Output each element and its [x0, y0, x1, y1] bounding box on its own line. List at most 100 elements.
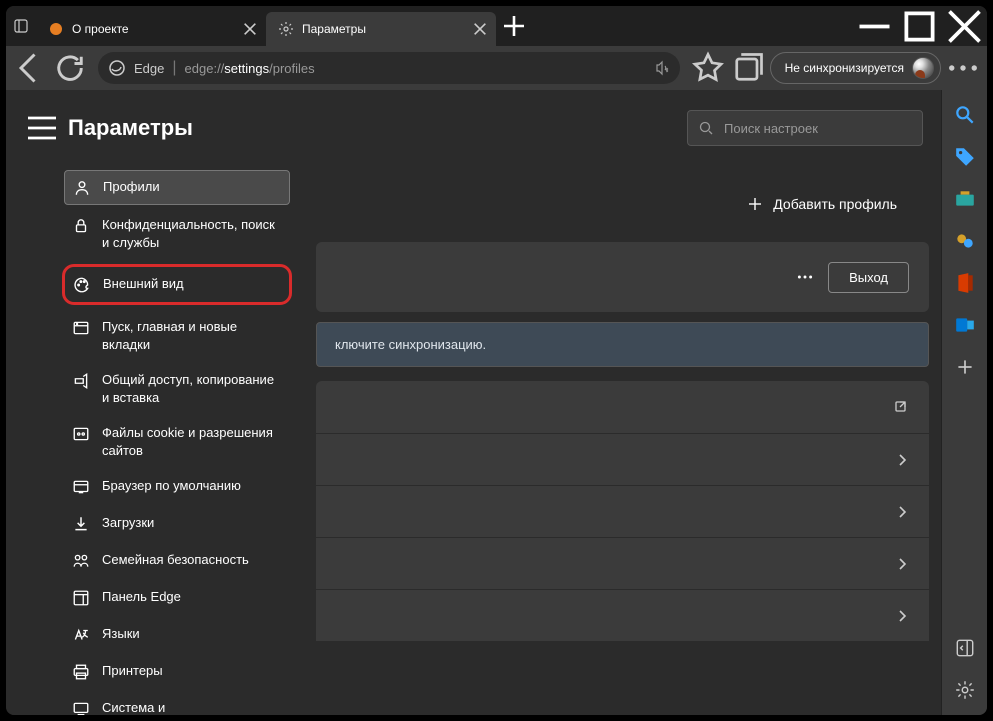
search-box[interactable] [687, 110, 923, 146]
profile-sync-pill[interactable]: Не синхронизируется [770, 52, 941, 84]
nav-item-edge-bar[interactable]: Панель Edge [62, 579, 292, 616]
minimize-button[interactable] [852, 6, 897, 46]
more-button[interactable] [945, 50, 981, 86]
nav-item-family[interactable]: Семейная безопасность [62, 542, 292, 579]
tab-about[interactable]: О проекте [36, 12, 266, 46]
menu-icon[interactable] [24, 110, 60, 146]
nav-label: Принтеры [102, 662, 282, 680]
appearance-icon [73, 276, 91, 294]
close-window-button[interactable] [942, 6, 987, 46]
edge-bar-icon [72, 589, 90, 607]
add-icon[interactable] [954, 356, 976, 378]
nav-item-download[interactable]: Загрузки [62, 505, 292, 542]
settings-row[interactable] [316, 381, 929, 433]
profile-icon [73, 179, 91, 197]
more-icon[interactable] [796, 268, 814, 286]
plus-icon [747, 196, 763, 212]
tools-icon[interactable] [954, 188, 976, 210]
download-icon [72, 515, 90, 533]
add-profile-button[interactable]: Добавить профиль [316, 166, 929, 242]
gear-icon [278, 21, 294, 37]
system-icon [72, 700, 90, 715]
settings-nav: Профили Конфиденциальность, поиск и служб… [62, 168, 292, 715]
outlook-icon[interactable] [954, 314, 976, 336]
nav-label: Внешний вид [103, 275, 281, 293]
nav-item-system[interactable]: Система и производительность [62, 690, 292, 715]
close-icon[interactable] [242, 21, 258, 37]
shopping-tag-icon[interactable] [954, 146, 976, 168]
tab-title: Параметры [302, 22, 464, 36]
nav-item-lock[interactable]: Конфиденциальность, поиск и службы [62, 207, 292, 260]
tab-title: О проекте [72, 22, 234, 36]
settings-row[interactable] [316, 433, 929, 485]
collections-button[interactable] [730, 50, 766, 86]
nav-item-share[interactable]: Общий доступ, копирование и вставка [62, 362, 292, 415]
nav-label: Конфиденциальность, поиск и службы [102, 216, 282, 251]
orange-circle-icon [48, 21, 64, 37]
nav-label: Файлы cookie и разрешения сайтов [102, 424, 282, 459]
chevron-right-icon [895, 557, 909, 571]
chevron-right-icon [895, 609, 909, 623]
new-tab-button[interactable] [500, 12, 528, 40]
share-icon [72, 372, 90, 390]
games-icon[interactable] [954, 230, 976, 252]
search-icon[interactable] [954, 104, 976, 126]
search-icon [698, 120, 714, 136]
nav-item-printer[interactable]: Принтеры [62, 653, 292, 690]
nav-label: Загрузки [102, 514, 282, 532]
back-button[interactable] [12, 50, 48, 86]
nav-label: Общий доступ, копирование и вставка [102, 371, 282, 406]
titlebar: О проекте Параметры [6, 6, 987, 46]
nav-item-languages[interactable]: Языки [62, 616, 292, 653]
chevron-right-icon [895, 505, 909, 519]
read-aloud-icon[interactable] [654, 60, 670, 76]
nav-item-profile[interactable]: Профили [64, 170, 290, 205]
nav-item-start[interactable]: Пуск, главная и новые вкладки [62, 309, 292, 362]
family-icon [72, 552, 90, 570]
page-title: Параметры [68, 115, 193, 141]
sync-label: Не синхронизируется [785, 61, 904, 75]
external-link-icon [893, 399, 909, 415]
address-separator: | [172, 59, 176, 77]
window-controls [852, 6, 987, 46]
search-input[interactable] [724, 121, 912, 136]
edge-logo-icon [108, 59, 126, 77]
printer-icon [72, 663, 90, 681]
settings-page: Параметры Профили Конфиденциальность, пои… [6, 90, 941, 715]
start-icon [72, 319, 90, 337]
office-icon[interactable] [954, 272, 976, 294]
settings-row[interactable] [316, 485, 929, 537]
tabs: О проекте Параметры [36, 6, 528, 46]
languages-icon [72, 626, 90, 644]
nav-label: Пуск, главная и новые вкладки [102, 318, 282, 353]
settings-row[interactable] [316, 589, 929, 641]
close-icon[interactable] [472, 21, 488, 37]
nav-label: Семейная безопасность [102, 551, 282, 569]
tab-settings[interactable]: Параметры [266, 12, 496, 46]
settings-row[interactable] [316, 537, 929, 589]
nav-label: Профили [103, 178, 281, 196]
default-browser-icon [72, 478, 90, 496]
nav-item-cookie[interactable]: Файлы cookie и разрешения сайтов [62, 415, 292, 468]
chevron-right-icon [895, 453, 909, 467]
tab-actions-icon[interactable] [6, 18, 36, 34]
refresh-button[interactable] [52, 50, 88, 86]
nav-item-appearance[interactable]: Внешний вид [62, 264, 292, 305]
lock-icon [72, 217, 90, 235]
profile-card: Выход [316, 242, 929, 312]
nav-item-default-browser[interactable]: Браузер по умолчанию [62, 468, 292, 505]
edge-sidebar [941, 90, 987, 715]
avatar-icon [912, 57, 934, 79]
nav-label: Языки [102, 625, 282, 643]
maximize-button[interactable] [897, 6, 942, 46]
address-label: Edge [134, 61, 164, 76]
add-profile-label: Добавить профиль [773, 196, 897, 212]
logout-button[interactable]: Выход [828, 262, 909, 293]
favorites-button[interactable] [690, 50, 726, 86]
settings-icon[interactable] [954, 679, 976, 701]
toolbar: Edge | edge://settings/profiles Не синхр… [6, 46, 987, 90]
nav-label: Панель Edge [102, 588, 282, 606]
address-url: edge://settings/profiles [185, 61, 315, 76]
collapse-icon[interactable] [954, 637, 976, 659]
address-bar[interactable]: Edge | edge://settings/profiles [98, 52, 680, 84]
